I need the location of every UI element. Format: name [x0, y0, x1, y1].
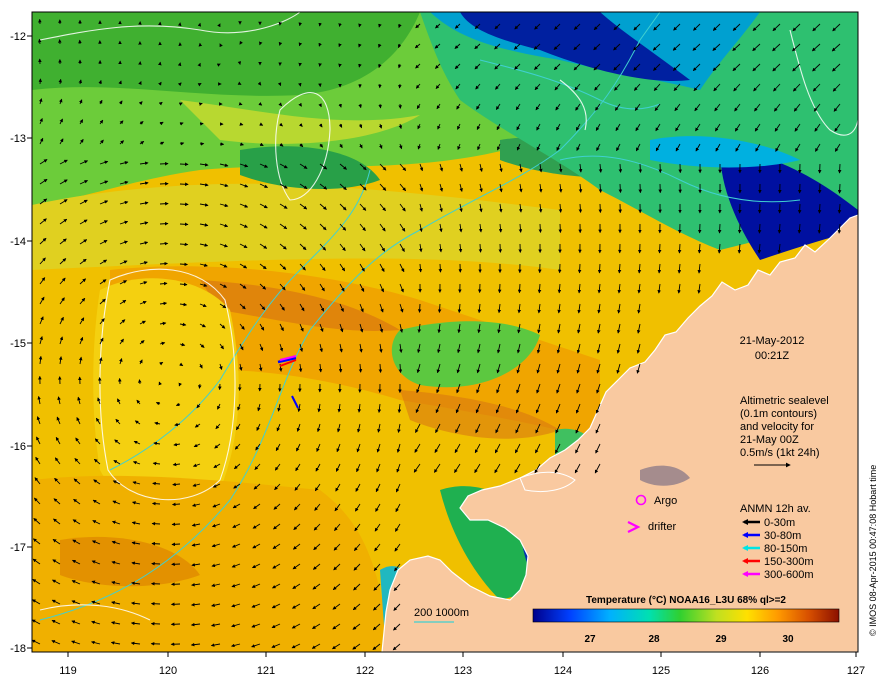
- anmn-legend-label: 80-150m: [764, 543, 807, 555]
- velocity-arrow: [657, 243, 662, 254]
- velocity-arrow: [179, 242, 189, 247]
- x-tick-label: 127: [847, 665, 865, 677]
- velocity-arrow: [298, 42, 303, 47]
- velocity-arrow: [577, 263, 582, 274]
- x-tick-label: 124: [554, 665, 572, 677]
- velocity-arrow: [198, 102, 203, 106]
- velocity-arrow: [159, 241, 169, 246]
- velocity-arrow: [38, 78, 42, 85]
- velocity-arrow: [737, 223, 742, 234]
- credit-label: © IMOS 08-Apr-2015 00:47:08 Hobart time: [868, 465, 878, 636]
- velocity-arrow: [179, 262, 188, 267]
- velocity-arrow: [179, 202, 189, 207]
- velocity-arrow: [159, 221, 169, 226]
- date-label: 21-May-2012: [740, 335, 805, 347]
- velocity-arrow: [717, 223, 722, 234]
- velocity-arrow: [179, 222, 189, 227]
- velocity-arrow: [638, 163, 643, 173]
- time-label: 00:21Z: [755, 350, 790, 362]
- sst-map: Argo drifter 21-May-2012 00:21Z Altimetr…: [10, 11, 878, 677]
- info-line: Altimetric sealevel: [740, 395, 829, 407]
- colorbar-tick: 27: [584, 634, 596, 645]
- y-tick-label: -17: [10, 542, 26, 554]
- velocity-arrow: [138, 379, 142, 385]
- velocity-arrow: [198, 383, 202, 389]
- velocity-arrow: [151, 541, 161, 546]
- y-tick-label: -14: [10, 236, 26, 248]
- velocity-arrow: [757, 223, 762, 234]
- anmn-legend-label: 300-600m: [764, 569, 814, 581]
- velocity-arrow: [618, 183, 623, 194]
- argo-label: Argo: [654, 495, 677, 507]
- y-tick-label: -13: [10, 133, 26, 145]
- velocity-arrow: [151, 521, 161, 526]
- velocity-arrow: [159, 261, 168, 266]
- y-tick-label: -12: [10, 31, 26, 43]
- info-line: 21-May 00Z: [740, 434, 799, 446]
- colorbar-tick: 30: [782, 634, 794, 645]
- velocity-arrow: [277, 82, 282, 87]
- velocity-arrow: [378, 103, 382, 109]
- velocity-arrow: [677, 243, 682, 254]
- velocity-arrow: [199, 122, 204, 126]
- velocity-arrow: [197, 83, 202, 87]
- anmn-legend-label: 0-30m: [764, 517, 795, 529]
- velocity-arrow: [159, 201, 169, 206]
- velocity-arrow: [398, 363, 403, 374]
- depth-legend-label: 200 1000m: [414, 607, 469, 619]
- velocity-arrow: [338, 23, 342, 27]
- velocity-arrow: [597, 263, 602, 274]
- y-tick-label: -15: [10, 338, 26, 350]
- anmn-legend-label: 150-300m: [764, 556, 814, 568]
- info-line: 0.5m/s (1kt 24h): [740, 447, 819, 459]
- velocity-arrow: [837, 183, 842, 194]
- velocity-arrow: [437, 303, 442, 313]
- velocity-arrow: [237, 81, 242, 85]
- velocity-arrow: [171, 542, 181, 547]
- velocity-arrow: [338, 63, 342, 68]
- x-tick-label: 126: [751, 665, 769, 677]
- colorbar-tick: 29: [715, 634, 727, 645]
- velocity-arrow: [378, 363, 383, 373]
- anmn-legend-label: 30-80m: [764, 530, 801, 542]
- info-line: (0.1m contours): [740, 408, 817, 420]
- x-tick-label: 125: [652, 665, 670, 677]
- velocity-arrow: [398, 83, 402, 89]
- velocity-arrow: [578, 203, 583, 213]
- velocity-arrow: [171, 522, 181, 527]
- x-tick-label: 122: [356, 665, 374, 677]
- velocity-arrow: [797, 203, 802, 214]
- x-tick-label: 119: [59, 665, 77, 677]
- velocity-arrow: [497, 283, 502, 294]
- colorbar-gradient: [532, 608, 840, 623]
- velocity-arrow: [618, 163, 623, 173]
- velocity-arrow: [517, 283, 522, 294]
- colorbar-title: Temperature (°C) NOAA16_L3U 68% ql>=2: [586, 595, 786, 606]
- velocity-arrow: [837, 163, 842, 174]
- velocity-arrow: [538, 223, 543, 233]
- x-tick-label: 120: [159, 665, 177, 677]
- x-tick-label: 123: [454, 665, 472, 677]
- y-tick-label: -16: [10, 441, 26, 453]
- x-tick-label: 121: [257, 665, 275, 677]
- velocity-arrow: [37, 38, 42, 45]
- y-tick-label: -18: [10, 643, 26, 655]
- velocity-arrow: [438, 263, 443, 273]
- drifter-label: drifter: [648, 521, 676, 533]
- velocity-arrow: [417, 303, 422, 313]
- info-line: and velocity for: [740, 421, 814, 433]
- velocity-arrow: [151, 501, 161, 506]
- velocity-arrow: [817, 203, 822, 214]
- velocity-arrow: [171, 502, 181, 507]
- colorbar-tick: 28: [648, 634, 660, 645]
- anmn-legend-title: ANMN 12h av.: [740, 503, 811, 515]
- velocity-arrow: [478, 243, 483, 253]
- velocity-arrow: [298, 82, 302, 87]
